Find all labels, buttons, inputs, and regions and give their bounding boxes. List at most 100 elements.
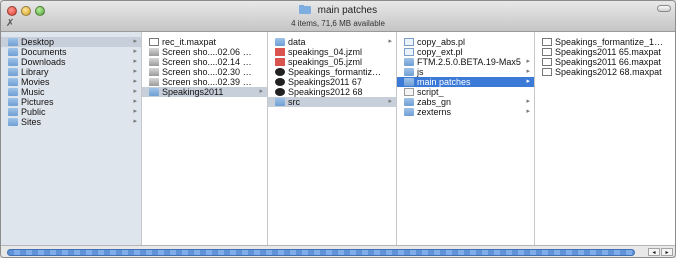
- item-label: data: [288, 37, 306, 47]
- item-label: Screen sho....02.06 PM: [162, 47, 257, 57]
- folder-icon: [404, 68, 414, 76]
- list-item[interactable]: js ▸: [397, 67, 534, 77]
- disclosure-arrow-icon: ▸: [133, 98, 137, 105]
- horizontal-scrollbar[interactable]: ◂ ▸: [1, 245, 675, 257]
- column-list: Desktop ▸ Documents ▸ Downloads ▸ Library ▸ Movi…: [1, 32, 141, 127]
- disclosure-arrow-icon: ▸: [133, 78, 137, 85]
- item-label: script_: [417, 87, 444, 97]
- list-item[interactable]: zexterns ▸: [397, 107, 534, 117]
- list-item[interactable]: Public ▸: [1, 107, 141, 117]
- list-item[interactable]: rec_it.maxpat: [142, 37, 267, 47]
- list-item[interactable]: speakings_04.jzml: [268, 47, 396, 57]
- item-label: Downloads: [21, 57, 66, 67]
- column-list: data ▸ speakings_04.jzml speakings_05.jzml S…: [268, 32, 396, 107]
- list-item[interactable]: Screen sho....02.14 PM: [142, 57, 267, 67]
- item-label: Speakings2011 67: [288, 77, 362, 87]
- title-bar[interactable]: main patches 4 items, 71,6 MB available …: [1, 1, 675, 32]
- disclosure-arrow-icon: ▸: [133, 88, 137, 95]
- item-label: Screen sho....02.14 PM: [162, 57, 257, 67]
- disclosure-arrow-icon: ▸: [259, 88, 263, 95]
- column-src: copy_abs.pl copy_ext.pl FTM.2.5.0.BETA.19-…: [397, 32, 535, 245]
- item-label: speakings_04.jzml: [288, 47, 363, 57]
- list-item[interactable]: main patches ▸: [397, 77, 534, 87]
- list-item[interactable]: Speakings2012 68.maxpat: [535, 67, 675, 77]
- disclosure-arrow-icon: ▸: [388, 38, 392, 45]
- column-browser: Desktop ▸ Documents ▸ Downloads ▸ Library ▸ Movi…: [1, 32, 675, 245]
- shot-icon: [149, 58, 159, 66]
- max-icon: [542, 38, 552, 46]
- list-item[interactable]: copy_abs.pl: [397, 37, 534, 47]
- list-item[interactable]: Music ▸: [1, 87, 141, 97]
- column-list: copy_abs.pl copy_ext.pl FTM.2.5.0.BETA.19-…: [397, 32, 534, 117]
- disclosure-arrow-icon: ▸: [526, 108, 530, 115]
- disclosure-arrow-icon: ▸: [526, 78, 530, 85]
- list-item[interactable]: Screen sho....02.30 PM: [142, 67, 267, 77]
- folder-icon: [149, 88, 159, 96]
- disclosure-arrow-icon: ▸: [526, 98, 530, 105]
- list-item[interactable]: src ▸: [268, 97, 396, 107]
- folder-icon: [8, 108, 18, 116]
- list-item[interactable]: Downloads ▸: [1, 57, 141, 67]
- item-label: main patches: [417, 77, 471, 87]
- list-item[interactable]: Documents ▸: [1, 47, 141, 57]
- folder-icon: [275, 38, 285, 46]
- folder-icon: [404, 98, 414, 106]
- item-label: zexterns: [417, 107, 452, 117]
- folder-icon: [404, 108, 414, 116]
- item-label: Screen sho....02.39 PM: [162, 77, 257, 87]
- list-item[interactable]: data ▸: [268, 37, 396, 47]
- list-item[interactable]: zabs_gn ▸: [397, 97, 534, 107]
- item-label: rec_it.maxpat: [162, 37, 217, 47]
- list-item[interactable]: Speakings2011 66.maxpat: [535, 57, 675, 67]
- list-item[interactable]: FTM.2.5.0.BETA.19-Max5 ▸: [397, 57, 534, 67]
- item-label: speakings_05.jzml: [288, 57, 363, 67]
- column-sidebar: Desktop ▸ Documents ▸ Downloads ▸ Library ▸ Movi…: [1, 32, 142, 245]
- finder-window: main patches 4 items, 71,6 MB available …: [0, 0, 676, 258]
- disclosure-arrow-icon: ▸: [133, 38, 137, 45]
- folder-icon: [8, 78, 18, 86]
- list-item[interactable]: Desktop ▸: [1, 37, 141, 47]
- list-item[interactable]: speakings_05.jzml: [268, 57, 396, 67]
- disclosure-arrow-icon: ▸: [526, 68, 530, 75]
- column-desktop: rec_it.maxpat Screen sho....02.06 PM Scree…: [142, 32, 268, 245]
- list-item[interactable]: Pictures ▸: [1, 97, 141, 107]
- list-item[interactable]: Movies ▸: [1, 77, 141, 87]
- list-item[interactable]: Sites ▸: [1, 117, 141, 127]
- scroll-right-icon[interactable]: ▸: [661, 248, 673, 256]
- item-label: Pictures: [21, 97, 54, 107]
- list-item[interactable]: Speakings2011 67: [268, 77, 396, 87]
- list-item[interactable]: Speakings2011 65.maxpat: [535, 47, 675, 57]
- status-text: 4 items, 71,6 MB available: [291, 19, 385, 28]
- item-label: src: [288, 97, 300, 107]
- disclosure-arrow-icon: ▸: [133, 118, 137, 125]
- item-label: copy_abs.pl: [417, 37, 466, 47]
- disclosure-arrow-icon: ▸: [133, 58, 137, 65]
- item-label: Screen sho....02.30 PM: [162, 67, 257, 77]
- action-icon[interactable]: ✗: [6, 19, 14, 29]
- scrollbar-thumb[interactable]: [7, 249, 635, 256]
- list-item[interactable]: Speakings2011 ▸: [142, 87, 267, 97]
- folder-icon: [8, 88, 18, 96]
- folder-icon: [298, 5, 311, 14]
- list-item[interactable]: Screen sho....02.39 PM: [142, 77, 267, 87]
- list-item[interactable]: Screen sho....02.06 PM: [142, 47, 267, 57]
- item-label: Documents: [21, 47, 67, 57]
- item-label: Library: [21, 67, 49, 77]
- list-item[interactable]: Speakings2012 68: [268, 87, 396, 97]
- scroll-left-icon[interactable]: ◂: [648, 248, 660, 256]
- list-item[interactable]: copy_ext.pl: [397, 47, 534, 57]
- list-item[interactable]: Speakings_formantize_17: [268, 67, 396, 77]
- column-speakings2011: data ▸ speakings_04.jzml speakings_05.jzml S…: [268, 32, 397, 245]
- list-item[interactable]: script_: [397, 87, 534, 97]
- column-main_patches: Speakings_formantize_17.maxpatSpeakings2…: [535, 32, 675, 245]
- dot-icon: [275, 68, 285, 76]
- list-item[interactable]: Speakings_formantize_17.maxpat: [535, 37, 675, 47]
- disclosure-arrow-icon: ▸: [133, 68, 137, 75]
- scroll-arrows: ◂ ▸: [648, 248, 673, 256]
- max-icon: [542, 58, 552, 66]
- list-item[interactable]: Library ▸: [1, 67, 141, 77]
- item-label: Sites: [21, 117, 42, 127]
- toolbar-toggle-button[interactable]: [657, 5, 671, 12]
- disclosure-arrow-icon: ▸: [133, 48, 137, 55]
- doc-icon: [404, 88, 414, 96]
